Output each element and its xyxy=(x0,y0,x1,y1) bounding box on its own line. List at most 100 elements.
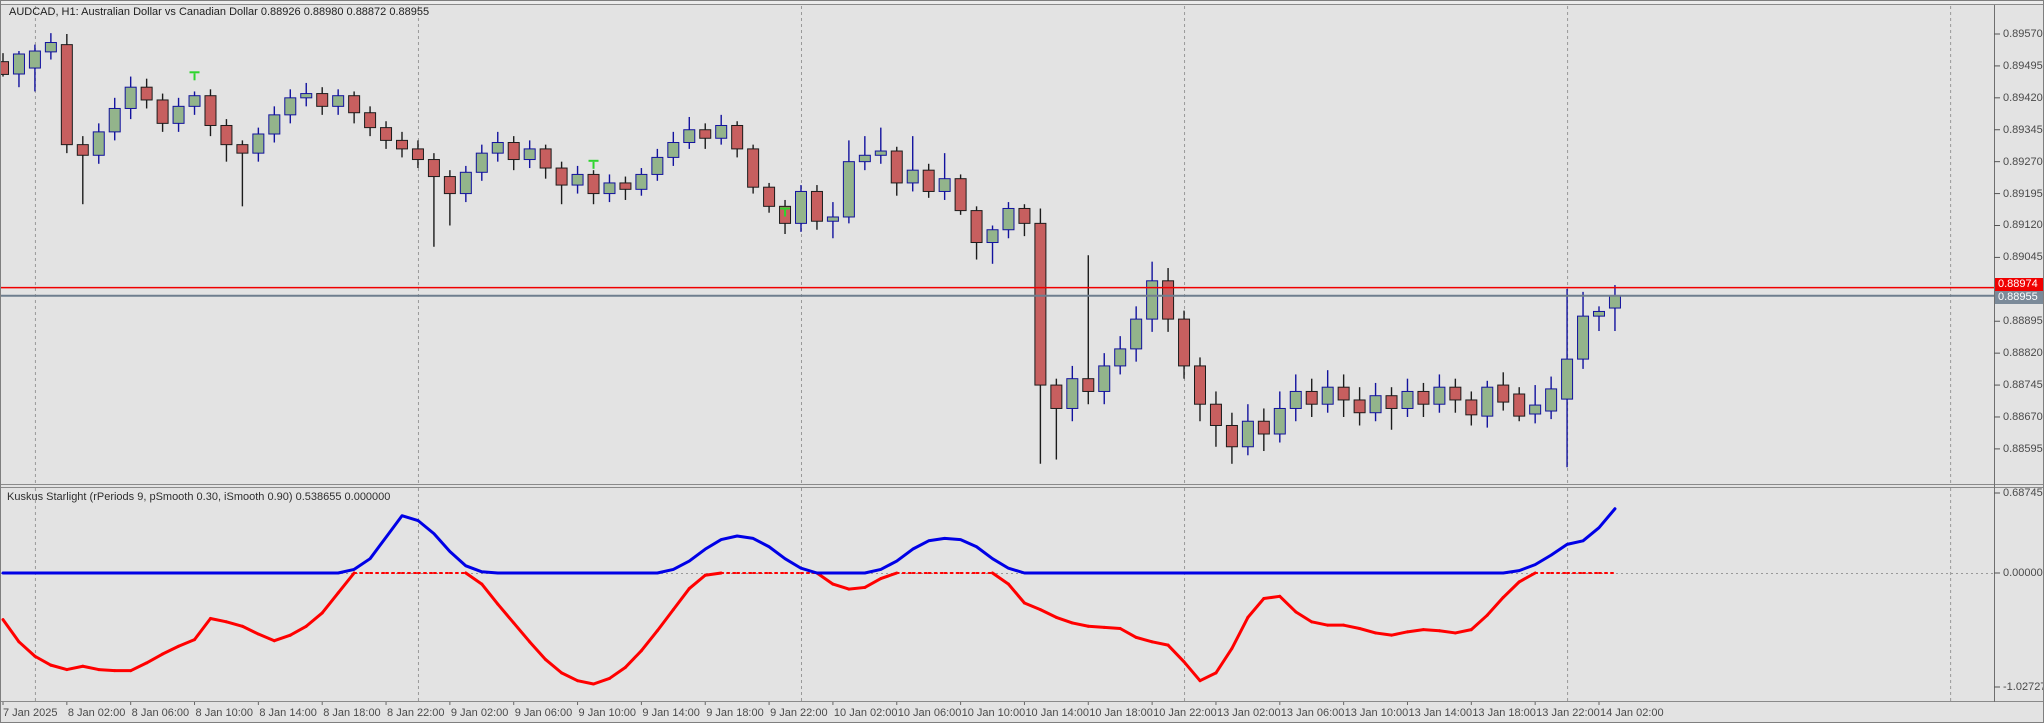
time-tick-label: 9 Jan 22:00 xyxy=(770,707,828,719)
indicator-red-line xyxy=(498,604,514,623)
time-tick-label: 13 Jan 06:00 xyxy=(1281,707,1345,719)
candle-body xyxy=(1386,396,1397,409)
indicator-red-line xyxy=(578,681,594,684)
indicator-red-line xyxy=(1423,630,1439,631)
time-tick-label: 8 Jan 22:00 xyxy=(387,707,445,719)
time-tick-label: 10 Jan 10:00 xyxy=(962,707,1026,719)
candle-body xyxy=(1514,394,1525,416)
price-tick-label: 0.89570 xyxy=(2003,28,2043,40)
candle-body xyxy=(1354,400,1365,413)
candle-body xyxy=(1274,408,1285,434)
candle-body xyxy=(652,157,663,174)
indicator-red-line xyxy=(689,575,705,588)
candle-body xyxy=(1530,405,1541,414)
indicator-red-line xyxy=(1344,625,1360,628)
indicator-red-line xyxy=(625,651,641,668)
candle-body xyxy=(971,211,982,243)
candle-body xyxy=(796,191,807,223)
candle-body xyxy=(588,174,599,193)
candle-body xyxy=(1099,366,1110,392)
indicator-red-line xyxy=(195,619,211,640)
candle-body xyxy=(1370,396,1381,413)
time-tick-label: 8 Jan 10:00 xyxy=(196,707,254,719)
indicator-red-line xyxy=(1503,582,1519,598)
candle-body xyxy=(381,128,392,141)
price-tick-label: 0.89420 xyxy=(2003,92,2043,104)
candle-body xyxy=(1210,404,1221,425)
candle-body xyxy=(556,168,567,185)
time-tick-label: 13 Jan 14:00 xyxy=(1408,707,1472,719)
candle-body xyxy=(764,187,775,206)
indicator-label: Kuskus Starlight (rPeriods 9, pSmooth 0.… xyxy=(7,491,390,503)
indicator-red-line xyxy=(865,579,881,588)
candle-body xyxy=(1083,379,1094,392)
price-tick-label: 0.89120 xyxy=(2003,219,2043,231)
indicator-tick-label: 0.000000 xyxy=(2003,567,2044,579)
indicator-red-line xyxy=(1104,627,1120,628)
candle-body xyxy=(1306,391,1317,404)
indicator-red-line xyxy=(1264,596,1280,598)
indicator-red-line xyxy=(1392,632,1408,635)
chart-canvas[interactable] xyxy=(1,1,2044,723)
candle-body xyxy=(1450,387,1461,400)
indicator-red-line xyxy=(881,573,897,579)
candle-body xyxy=(1578,316,1589,359)
trade-marker-icon xyxy=(589,160,599,162)
indicator-red-line xyxy=(1056,617,1072,623)
indicator-red-line xyxy=(1200,673,1216,681)
time-tick-label: 8 Jan 14:00 xyxy=(259,707,317,719)
indicator-red-line xyxy=(817,573,833,584)
time-tick-label: 9 Jan 18:00 xyxy=(706,707,764,719)
indicator-red-line xyxy=(1519,573,1535,582)
candle-body xyxy=(13,54,24,74)
candle-body xyxy=(572,174,583,185)
indicator-red-line xyxy=(594,678,610,684)
indicator-red-line xyxy=(673,589,689,610)
indicator-red-line xyxy=(179,640,195,647)
window-frame-top xyxy=(1,1,2044,4)
candle-body xyxy=(508,143,519,160)
price-tick-label: 0.89045 xyxy=(2003,251,2043,263)
candle-body xyxy=(1434,387,1445,404)
candle-body xyxy=(684,130,695,143)
time-tick-label: 10 Jan 18:00 xyxy=(1089,707,1153,719)
price-tick-label: 0.88595 xyxy=(2003,443,2043,455)
time-tick-label: 13 Jan 02:00 xyxy=(1217,707,1281,719)
candle-body xyxy=(1418,391,1429,404)
indicator-red-line xyxy=(290,626,306,635)
time-tick-label: 10 Jan 22:00 xyxy=(1153,707,1217,719)
indicator-red-line xyxy=(514,623,530,642)
indicator-red-line xyxy=(1040,610,1056,618)
price-axis[interactable]: 0.88974 0.88955 0.895700.894950.894200.8… xyxy=(1994,1,2044,702)
indicator-red-line xyxy=(530,642,546,660)
indicator-red-line xyxy=(1120,629,1136,638)
candle-body xyxy=(1195,366,1206,404)
candle-body xyxy=(237,145,248,154)
indicator-red-line xyxy=(1280,596,1296,612)
price-tick-label: 0.88670 xyxy=(2003,411,2043,423)
time-tick-label: 9 Jan 02:00 xyxy=(451,707,509,719)
time-tick-label: 8 Jan 02:00 xyxy=(68,707,126,719)
candle-body xyxy=(1466,400,1477,415)
indicator-red-line xyxy=(3,620,19,642)
time-tick-label: 9 Jan 06:00 xyxy=(515,707,573,719)
candle-body xyxy=(61,45,72,145)
indicator-red-line xyxy=(546,660,562,673)
time-tick-label: 13 Jan 18:00 xyxy=(1472,707,1536,719)
price-tick-label: 0.88820 xyxy=(2003,347,2043,359)
indicator-blue-line xyxy=(3,509,1615,573)
indicator-red-line xyxy=(1296,612,1312,622)
indicator-red-line xyxy=(1088,626,1104,627)
candle-body xyxy=(620,183,631,189)
time-axis[interactable]: 7 Jan 20258 Jan 02:008 Jan 06:008 Jan 10… xyxy=(1,702,2044,723)
candle-body xyxy=(269,115,280,134)
candle-body xyxy=(476,153,487,172)
candle-body xyxy=(1594,311,1605,316)
time-tick-label: 13 Jan 22:00 xyxy=(1536,707,1600,719)
candle-body xyxy=(253,134,264,153)
candle-body xyxy=(716,125,727,138)
candle-body xyxy=(636,174,647,189)
indicator-red-line xyxy=(242,626,258,634)
candle-body xyxy=(1131,319,1142,349)
indicator-red-line xyxy=(1072,623,1088,626)
